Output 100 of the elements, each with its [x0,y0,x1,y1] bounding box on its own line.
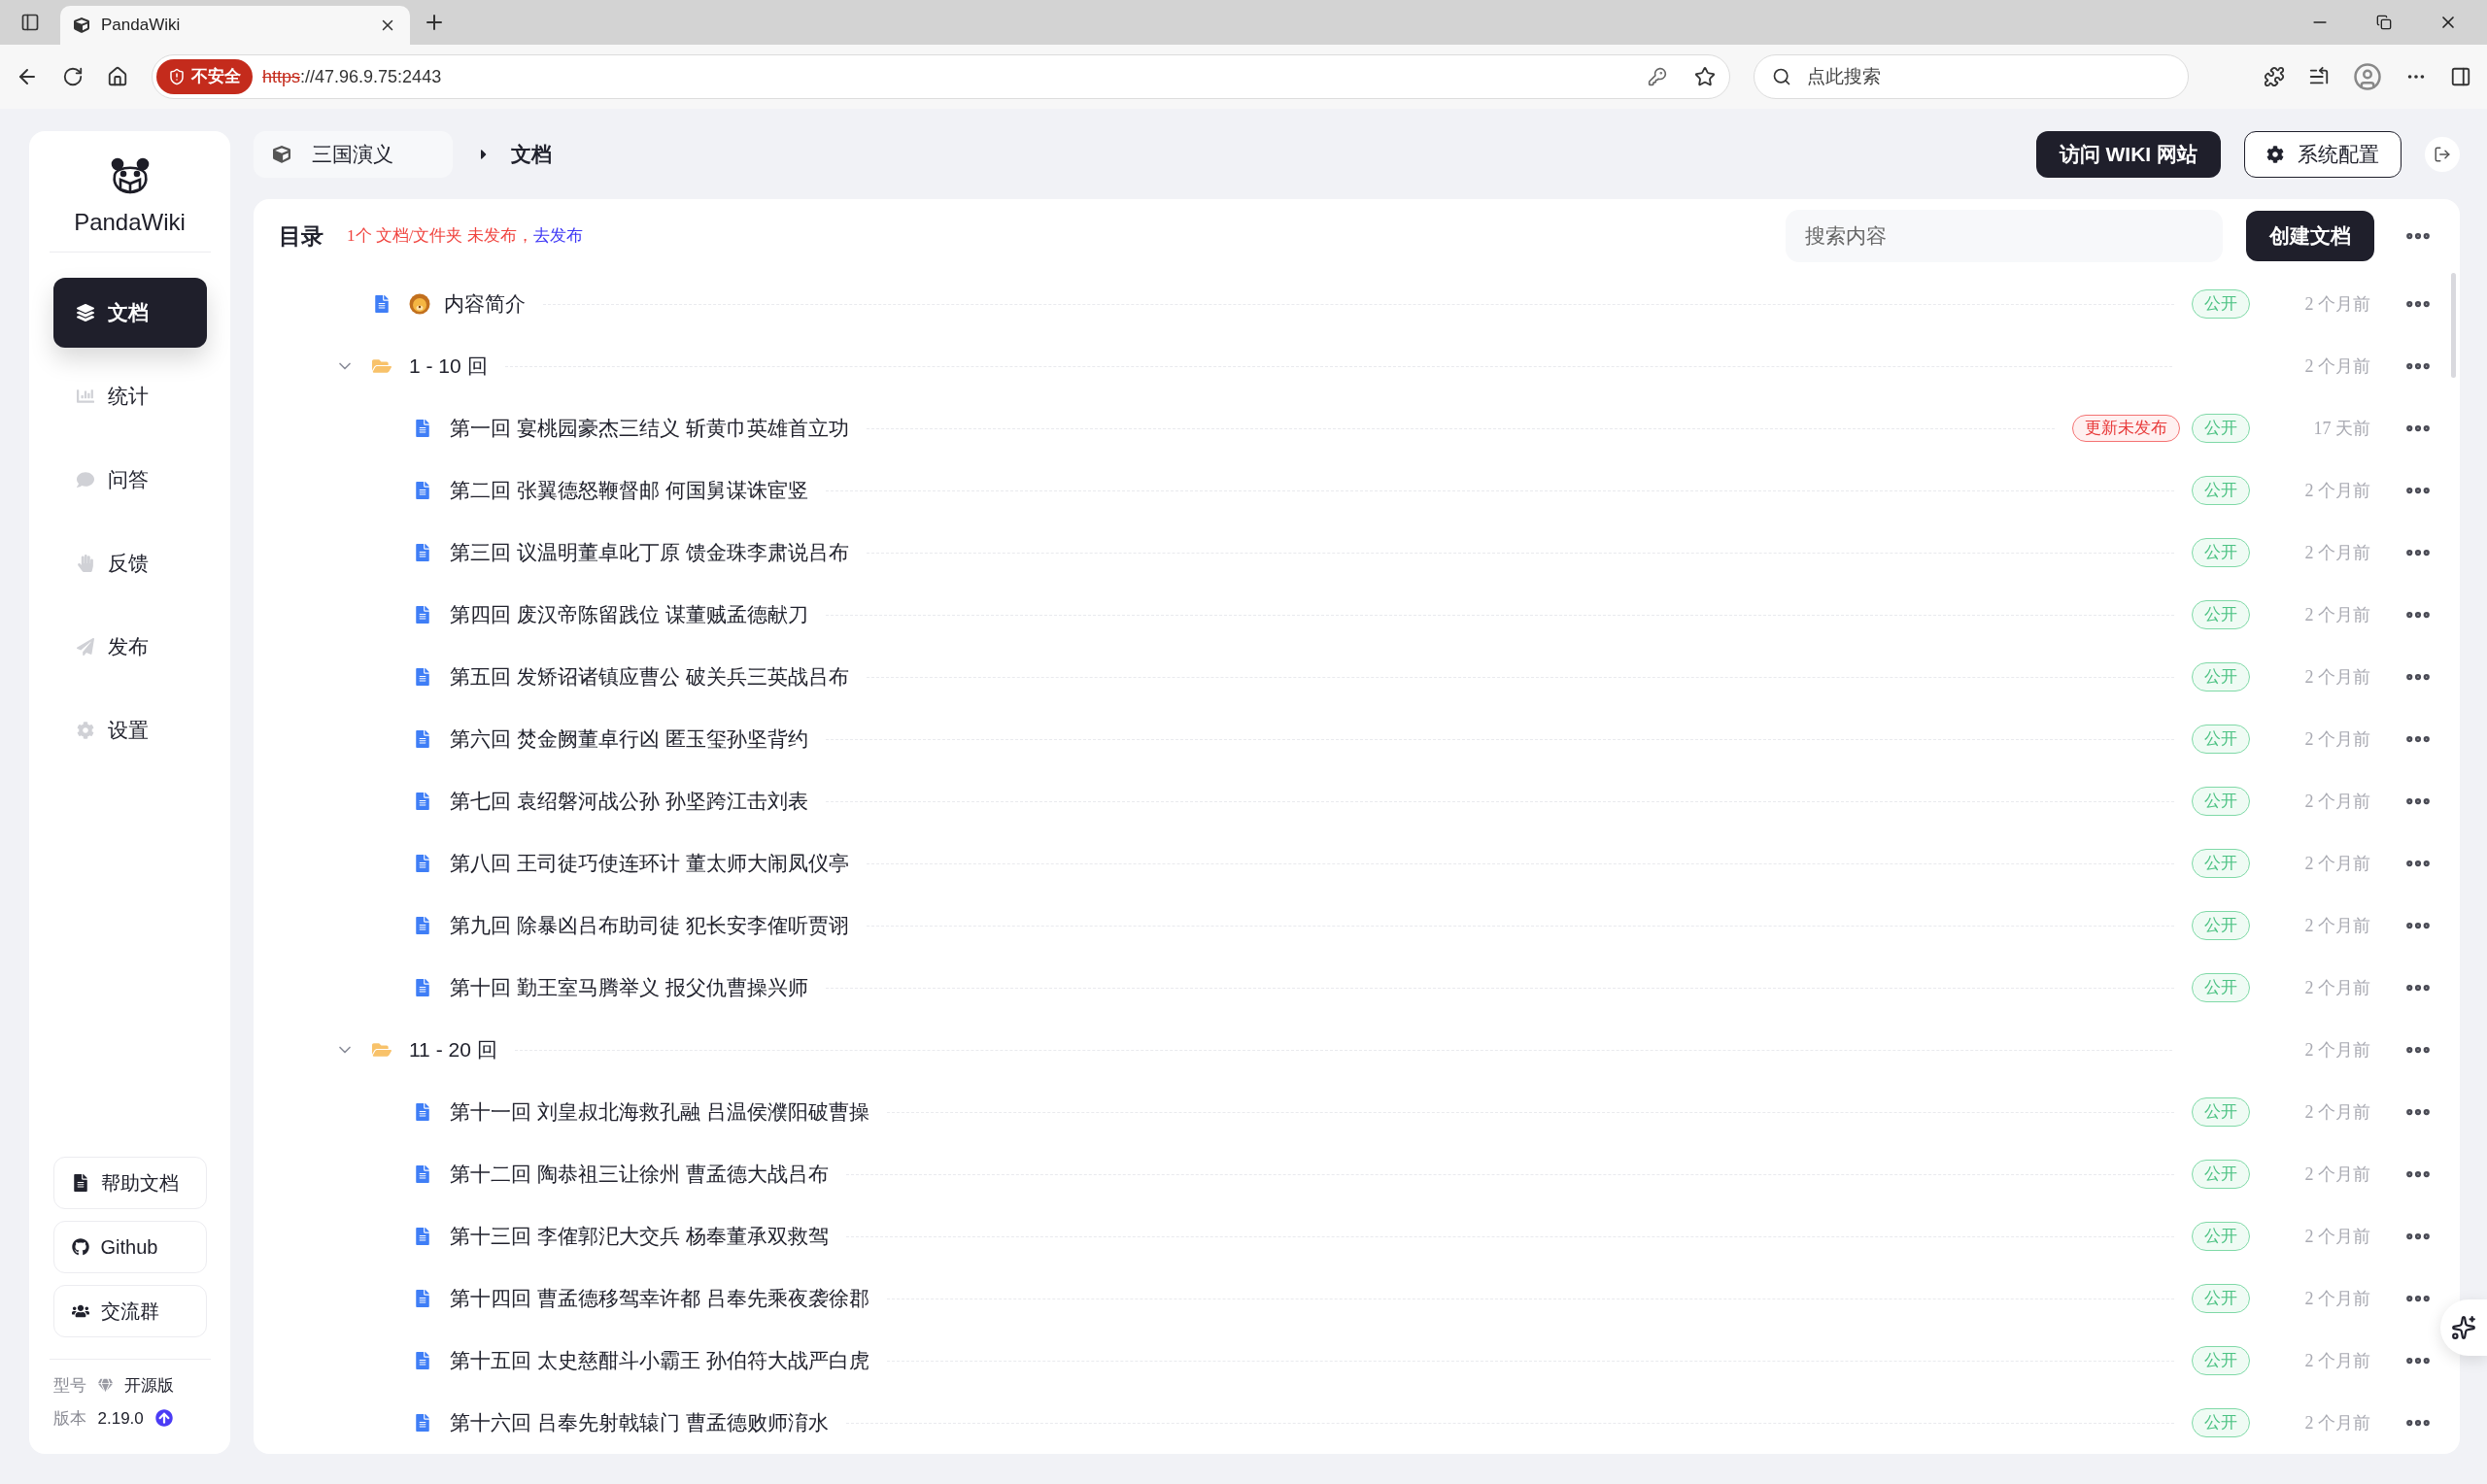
document-title[interactable]: 第十二回 陶恭祖三让徐州 曹孟德大战吕布 [450,1159,829,1190]
document-title[interactable]: 第十三回 李傕郭汜大交兵 杨奉董承双救驾 [450,1221,829,1252]
system-settings-button[interactable]: 系统配置 [2244,131,2402,178]
document-title[interactable]: 第九回 除暴凶吕布助司徒 犯长安李傕听贾诩 [450,910,849,941]
restore-icon[interactable] [2376,15,2392,30]
search-icon [1772,67,1791,86]
public-tag: 公开 [2192,911,2250,940]
document-title[interactable]: 第四回 废汉帝陈留践位 谋董贼孟德献刀 [450,599,808,630]
sidebar-panel-icon[interactable] [2450,66,2471,87]
document-title[interactable]: 第三回 议温明董卓叱丁原 馈金珠李肃说吕布 [450,537,849,568]
document-title[interactable]: 第七回 袁绍磐河战公孙 孙坚跨江击刘表 [450,786,808,817]
document-icon [414,917,431,934]
lion-icon [409,293,430,315]
visit-wiki-button[interactable]: 访问 WIKI 网站 [2035,131,2221,178]
time-text: 2 个月前 [2303,292,2370,316]
document-icon [414,793,431,810]
public-tag: 公开 [2192,662,2250,691]
document-title[interactable]: 第十回 勤王室马腾举义 报父仇曹操兴师 [450,972,808,1003]
public-tag: 公开 [2192,289,2250,319]
nav-item[interactable]: 发布 [52,612,207,682]
document-icon [414,1103,431,1121]
nav-item[interactable]: 统计 [52,361,207,431]
nav-item[interactable]: 反馈 [52,528,207,598]
extensions-icon[interactable] [2264,66,2285,87]
folder-title[interactable]: 11 - 20 回 [409,1034,497,1065]
folder-icon [372,1040,392,1060]
public-tag: 公开 [2192,787,2250,816]
document-icon [414,482,431,499]
public-tag: 公开 [2192,1097,2250,1127]
time-text: 2 个月前 [2303,976,2370,999]
users-icon [71,1302,89,1320]
time-text: 2 个月前 [2303,479,2370,502]
time-text: 2 个月前 [2303,1038,2370,1062]
public-tag: 公开 [2192,600,2250,629]
help-link[interactable]: 交流群 [52,1285,207,1337]
upgrade-icon[interactable] [154,1409,173,1428]
cube-icon [273,146,290,163]
document-title[interactable]: 第六回 焚金阙董卓行凶 匿玉玺孙坚背约 [450,724,808,755]
document-title[interactable]: 第十四回 曹孟德移驾幸许都 吕奉先乘夜袭徐郡 [450,1283,869,1314]
folder-title[interactable]: 1 - 10 回 [409,351,488,382]
time-text: 2 个月前 [2303,1100,2370,1124]
catalog-title: 目录 [279,221,324,251]
document-title[interactable]: 第二回 张翼德怒鞭督邮 何国舅谋诛宦竖 [450,475,808,506]
public-tag: 公开 [2192,849,2250,878]
document-title[interactable]: 第十五回 太史慈酣斗小霸王 孙伯符大战严白虎 [450,1345,869,1376]
publish-link[interactable]: 去发布 [532,226,583,246]
key-icon[interactable] [1648,67,1667,86]
public-tag: 公开 [2192,476,2250,505]
reload-icon[interactable] [62,66,84,87]
document-title[interactable]: 第八回 王司徒巧使连环计 董太师大闹凤仪亭 [450,848,849,879]
time-text: 2 个月前 [2303,354,2370,378]
public-tag: 公开 [2192,1408,2250,1437]
hand-icon [76,555,94,572]
time-text: 2 个月前 [2303,727,2370,751]
document-title[interactable]: 内容简介 [444,288,526,320]
url-text: https://47.96.9.75:2443 [262,65,442,88]
document-icon [414,544,431,561]
time-text: 17 天前 [2312,417,2370,440]
create-document-button[interactable]: 创建文档 [2246,211,2374,261]
profile-avatar-icon[interactable] [2353,62,2382,91]
document-icon [414,730,431,748]
document-title[interactable]: 第十一回 刘皇叔北海救孔融 吕温侯濮阳破曹操 [450,1096,869,1128]
version-text: 2.19.0 [97,1407,144,1430]
document-title[interactable]: 第一回 宴桃园豪杰三结义 斩黄巾英雄首立功 [450,413,849,444]
address-bar[interactable]: 不安全 https://47.96.9.75:2443 [152,54,1730,99]
time-text: 2 个月前 [2303,914,2370,937]
document-icon [414,1228,431,1245]
version-label: 版本 [52,1407,86,1430]
document-icon [414,1290,431,1307]
sidebar-toggle-icon[interactable] [20,13,40,32]
help-link[interactable]: Github [52,1221,207,1273]
not-secure-badge[interactable]: 不安全 [156,59,253,94]
gem-icon [97,1378,113,1394]
scrollbar-thumb[interactable] [2451,273,2456,378]
document-title[interactable]: 第五回 发矫诏诸镇应曹公 破关兵三英战吕布 [450,661,849,692]
unpublished-notice: 1个 文档/文件夹 未发布，去发布 [347,225,583,248]
document-icon [414,420,431,437]
time-text: 2 个月前 [2303,603,2370,626]
time-text: 2 个月前 [2303,790,2370,813]
document-icon [414,1352,431,1369]
nav-item[interactable]: 问答 [52,445,207,515]
document-title[interactable]: 第十六回 吕奉先射戟辕门 曹孟德败师淯水 [450,1407,829,1438]
public-tag: 公开 [2192,538,2250,567]
public-tag: 公开 [2192,1346,2250,1375]
time-text: 2 个月前 [2303,1411,2370,1434]
gear-icon [2266,146,2284,163]
nav-item[interactable]: 文档 [52,278,207,348]
favorite-star-icon[interactable] [1694,66,1716,87]
nav-item[interactable]: 设置 [52,695,207,765]
public-tag: 公开 [2192,1160,2250,1189]
browser-search-field[interactable]: 点此搜索 [1754,54,2189,99]
browser-tab[interactable]: PandaWiki [60,6,410,45]
document-icon [414,606,431,624]
time-text: 2 个月前 [2303,1163,2370,1186]
space-breadcrumb[interactable]: 三国演义 [254,131,453,178]
search-field[interactable]: 搜索内容 [1786,210,2223,262]
logout-button[interactable] [2425,137,2460,172]
help-link[interactable]: 帮助文档 [52,1157,207,1209]
time-text: 2 个月前 [2303,1349,2370,1372]
home-icon[interactable] [107,66,128,87]
